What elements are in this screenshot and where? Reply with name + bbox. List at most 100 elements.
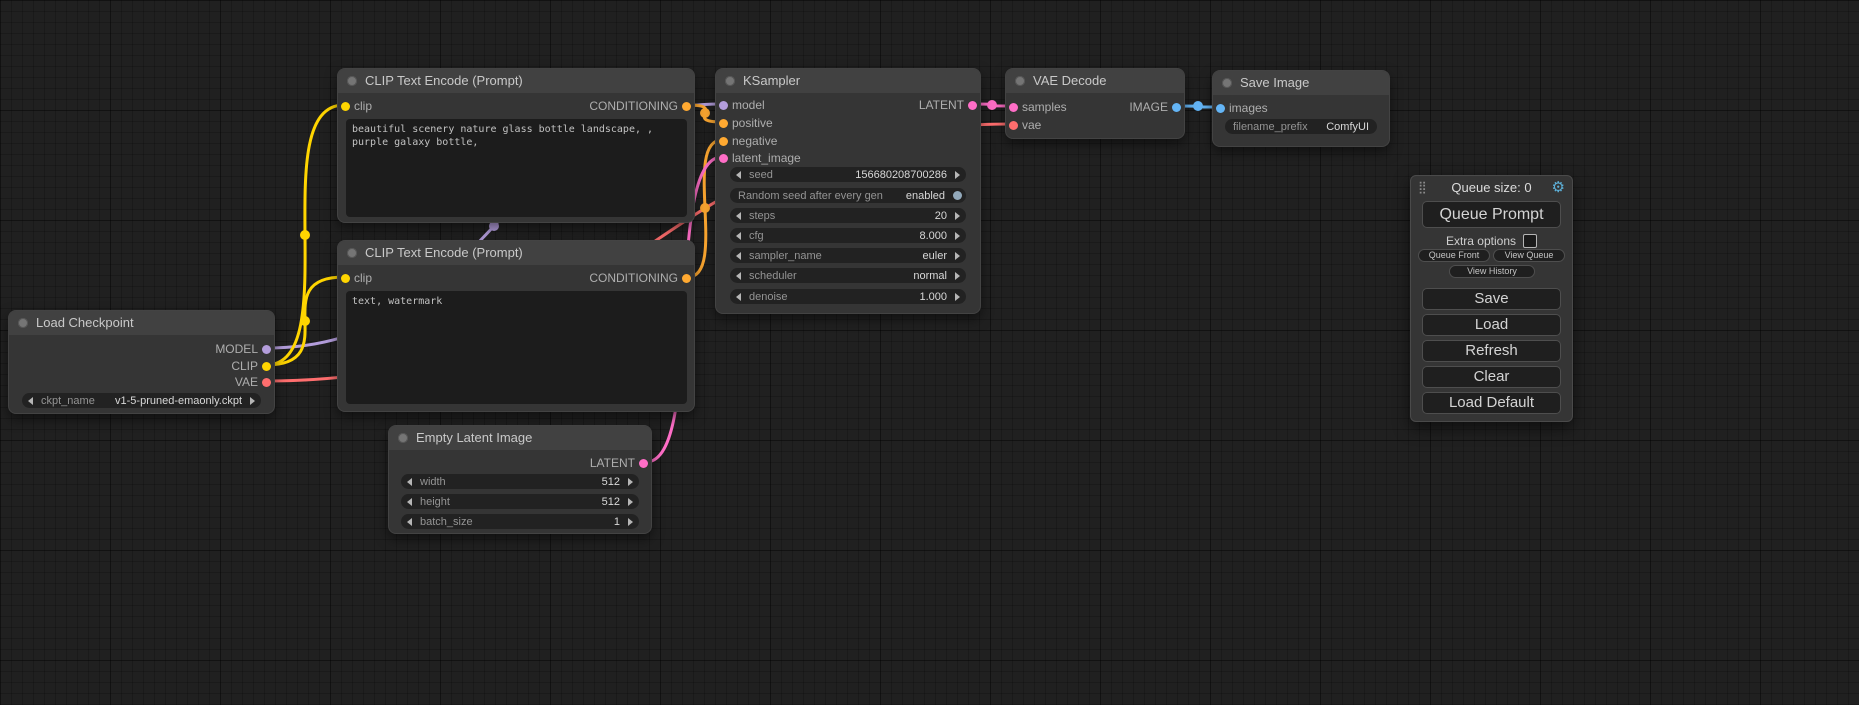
widget-label: height — [420, 496, 450, 508]
queue-panel: Queue size: 0 Queue Prompt Extra options… — [1410, 175, 1573, 422]
increment-arrow-icon[interactable] — [628, 478, 633, 486]
latent-output-port[interactable] — [639, 459, 648, 468]
save-button[interactable]: Save — [1422, 288, 1561, 310]
decrement-arrow-icon[interactable] — [736, 212, 741, 220]
decrement-arrow-icon[interactable] — [736, 171, 741, 179]
conditioning-output-port[interactable] — [682, 102, 691, 111]
conditioning-output-port[interactable] — [682, 274, 691, 283]
extra-options-checkbox[interactable] — [1523, 234, 1537, 248]
latent-image-input-port[interactable] — [719, 154, 728, 163]
node-title: Empty Latent Image — [416, 430, 532, 445]
node-title-bar[interactable]: CLIP Text Encode (Prompt) — [338, 69, 694, 93]
increment-arrow-icon[interactable] — [955, 293, 960, 301]
collapse-dot-icon[interactable] — [725, 76, 735, 86]
positive-input-port[interactable] — [719, 119, 728, 128]
widget-label: sampler_name — [749, 250, 822, 262]
toggle-knob-icon[interactable] — [953, 191, 962, 200]
node-empty-latent-image[interactable]: Empty Latent Image LATENT width 512 heig… — [388, 425, 652, 534]
denoise-widget[interactable]: denoise 1.000 — [730, 289, 966, 304]
clip-output-port[interactable] — [262, 362, 271, 371]
output-slot-clip: CLIP — [231, 358, 274, 374]
node-title-bar[interactable]: Save Image — [1213, 71, 1389, 95]
images-input-port[interactable] — [1216, 104, 1225, 113]
collapse-dot-icon[interactable] — [347, 248, 357, 258]
random-seed-toggle-widget[interactable]: Random seed after every gen enabled — [730, 188, 966, 203]
decrement-arrow-icon[interactable] — [736, 232, 741, 240]
collapse-dot-icon[interactable] — [1015, 76, 1025, 86]
slot-label: MODEL — [215, 342, 258, 356]
collapse-dot-icon[interactable] — [398, 433, 408, 443]
node-vae-decode[interactable]: VAE Decode samples vae IMAGE — [1005, 68, 1185, 139]
decrement-arrow-icon[interactable] — [407, 498, 412, 506]
image-output-port[interactable] — [1172, 103, 1181, 112]
wire-midpoint-dot — [300, 316, 310, 326]
height-widget[interactable]: height 512 — [401, 494, 639, 509]
gear-icon[interactable] — [1552, 179, 1565, 197]
decrement-arrow-icon[interactable] — [736, 293, 741, 301]
vae-output-port[interactable] — [262, 378, 271, 387]
batch-size-widget[interactable]: batch_size 1 — [401, 514, 639, 529]
queue-front-button[interactable]: Queue Front — [1418, 249, 1490, 262]
clip-input-port[interactable] — [341, 274, 350, 283]
filename-prefix-widget[interactable]: filename_prefix ComfyUI — [1225, 119, 1377, 134]
model-input-port[interactable] — [719, 101, 728, 110]
scheduler-widget[interactable]: scheduler normal — [730, 268, 966, 283]
seed-widget[interactable]: seed 156680208700286 — [730, 167, 966, 182]
extra-options-label: Extra options — [1446, 234, 1516, 248]
node-title-bar[interactable]: Load Checkpoint — [9, 311, 274, 335]
clip-input-port[interactable] — [341, 102, 350, 111]
increment-arrow-icon[interactable] — [955, 212, 960, 220]
input-slot-clip: clip — [338, 98, 372, 114]
samples-input-port[interactable] — [1009, 103, 1018, 112]
node-title-bar[interactable]: Empty Latent Image — [389, 426, 651, 450]
ckpt-name-widget[interactable]: ckpt_name v1-5-pruned-emaonly.ckpt — [22, 393, 261, 408]
sampler-name-widget[interactable]: sampler_name euler — [730, 248, 966, 263]
steps-widget[interactable]: steps 20 — [730, 208, 966, 223]
node-save-image[interactable]: Save Image images filename_prefix ComfyU… — [1212, 70, 1390, 147]
cfg-widget[interactable]: cfg 8.000 — [730, 228, 966, 243]
node-ksampler[interactable]: KSampler model positive negative latent_… — [715, 68, 981, 314]
node-clip-text-encode-positive[interactable]: CLIP Text Encode (Prompt) clip CONDITION… — [337, 68, 695, 223]
view-queue-button[interactable]: View Queue — [1493, 249, 1565, 262]
view-history-button[interactable]: View History — [1449, 265, 1535, 278]
queue-prompt-button[interactable]: Queue Prompt — [1422, 201, 1561, 228]
increment-arrow-icon[interactable] — [955, 232, 960, 240]
vae-input-port[interactable] — [1009, 121, 1018, 130]
collapse-dot-icon[interactable] — [1222, 78, 1232, 88]
decrement-arrow-icon[interactable] — [407, 518, 412, 526]
refresh-button[interactable]: Refresh — [1422, 340, 1561, 362]
collapse-dot-icon[interactable] — [18, 318, 28, 328]
model-output-port[interactable] — [262, 345, 271, 354]
node-load-checkpoint[interactable]: Load Checkpoint MODEL CLIP VAE ckpt_name… — [8, 310, 275, 414]
load-button[interactable]: Load — [1422, 314, 1561, 336]
decrement-arrow-icon[interactable] — [28, 397, 33, 405]
decrement-arrow-icon[interactable] — [407, 478, 412, 486]
decrement-arrow-icon[interactable] — [736, 272, 741, 280]
input-slot-vae: vae — [1006, 117, 1041, 133]
increment-arrow-icon[interactable] — [955, 272, 960, 280]
node-title-bar[interactable]: VAE Decode — [1006, 69, 1184, 93]
negative-input-port[interactable] — [719, 137, 728, 146]
latent-output-port[interactable] — [968, 101, 977, 110]
slot-label: LATENT — [590, 456, 635, 470]
clear-button[interactable]: Clear — [1422, 366, 1561, 388]
load-default-button[interactable]: Load Default — [1422, 392, 1561, 414]
increment-arrow-icon[interactable] — [955, 171, 960, 179]
increment-arrow-icon[interactable] — [250, 397, 255, 405]
node-title-bar[interactable]: CLIP Text Encode (Prompt) — [338, 241, 694, 265]
graph-canvas[interactable]: Load Checkpoint MODEL CLIP VAE ckpt_name… — [0, 0, 1859, 705]
slot-label: vae — [1022, 118, 1041, 132]
prompt-textarea[interactable]: text, watermark — [346, 291, 687, 404]
node-title: Save Image — [1240, 75, 1309, 90]
width-widget[interactable]: width 512 — [401, 474, 639, 489]
increment-arrow-icon[interactable] — [955, 252, 960, 260]
increment-arrow-icon[interactable] — [628, 498, 633, 506]
node-clip-text-encode-negative[interactable]: CLIP Text Encode (Prompt) clip CONDITION… — [337, 240, 695, 412]
slot-label: clip — [354, 99, 372, 113]
increment-arrow-icon[interactable] — [628, 518, 633, 526]
decrement-arrow-icon[interactable] — [736, 252, 741, 260]
prompt-textarea[interactable]: beautiful scenery nature glass bottle la… — [346, 119, 687, 217]
node-title-bar[interactable]: KSampler — [716, 69, 980, 93]
collapse-dot-icon[interactable] — [347, 76, 357, 86]
slot-label: LATENT — [919, 98, 964, 112]
